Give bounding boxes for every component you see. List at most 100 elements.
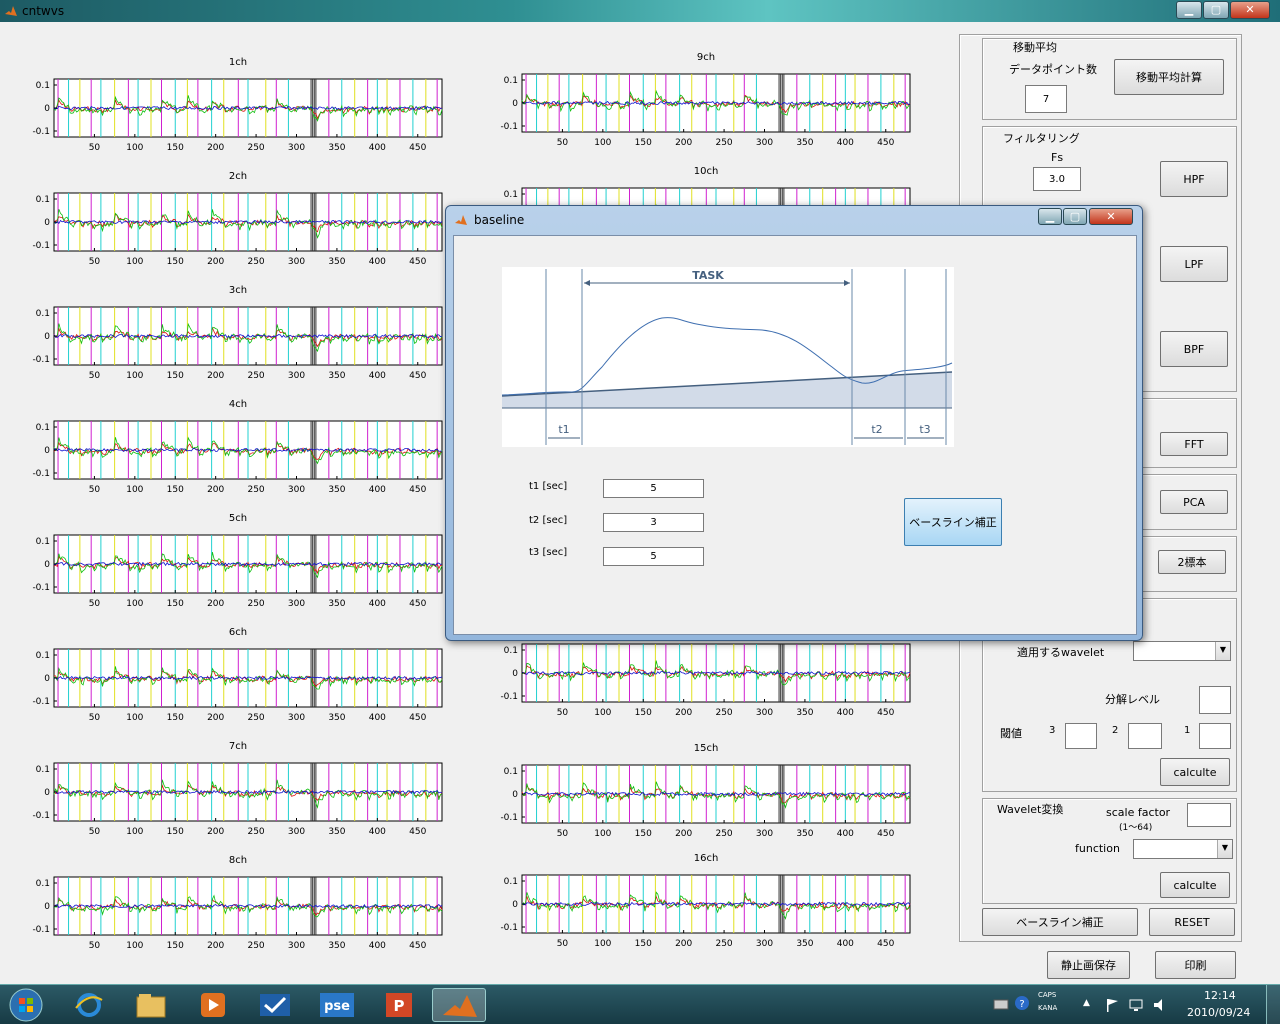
- y-tick-label: 0: [512, 99, 518, 109]
- x-tick-label: 400: [369, 143, 386, 153]
- x-tick-label: 50: [557, 138, 569, 148]
- minimize-button[interactable]: ▁: [1176, 1, 1202, 19]
- lpf-button[interactable]: LPF: [1160, 246, 1228, 282]
- save-image-button[interactable]: 静止画保存: [1047, 951, 1130, 979]
- dialog-title: baseline: [474, 213, 525, 227]
- clock-time[interactable]: 12:14: [1204, 989, 1236, 1002]
- close-button[interactable]: ✕: [1230, 1, 1270, 19]
- wavelet-calculate-button[interactable]: calculte: [1160, 758, 1230, 786]
- dialog-maximize-button[interactable]: ▢: [1063, 208, 1087, 225]
- t2-input[interactable]: 3: [603, 513, 704, 532]
- dialog-close-button[interactable]: ✕: [1089, 208, 1133, 225]
- scale-factor-input[interactable]: [1187, 803, 1231, 827]
- t3-diagram-label: t3: [919, 423, 930, 436]
- channel-plot: 15ch 0.1 0 -0.1 50 100 150 200 250 300 350 400 450: [492, 743, 940, 843]
- matlab-icon[interactable]: [432, 988, 486, 1022]
- y-tick-label: -0.1: [500, 122, 518, 132]
- data-points-input[interactable]: 7: [1025, 85, 1067, 113]
- reset-button[interactable]: RESET: [1149, 908, 1235, 936]
- y-tick-label: 0: [44, 788, 50, 798]
- media-player-icon[interactable]: [186, 988, 240, 1022]
- pca-button[interactable]: PCA: [1160, 490, 1228, 514]
- wavelet-select[interactable]: ▼: [1133, 641, 1231, 661]
- print-button[interactable]: 印刷: [1155, 951, 1236, 979]
- x-tick-label: 250: [715, 939, 732, 949]
- x-tick-label: 200: [207, 827, 224, 837]
- plot-axes: 0.1 0 -0.1 50 100 150 200 250 300 350 400 450: [32, 192, 443, 267]
- wavelet-transform-calculate-button[interactable]: calculte: [1160, 872, 1230, 898]
- x-tick-label: 150: [167, 713, 184, 723]
- function-select[interactable]: ▼: [1133, 839, 1233, 859]
- x-tick-label: 200: [207, 371, 224, 381]
- y-tick-label: 0: [44, 902, 50, 912]
- clock-date[interactable]: 2010/09/24: [1187, 1006, 1250, 1019]
- moving-average-title: 移動平均: [1013, 41, 1057, 54]
- x-tick-label: 200: [207, 713, 224, 723]
- file-explorer-icon[interactable]: [124, 988, 178, 1022]
- x-tick-label: 50: [557, 708, 569, 718]
- x-tick-label: 350: [796, 708, 813, 718]
- help-icon[interactable]: ?: [1014, 995, 1030, 1011]
- chevron-down-icon: ▼: [1217, 840, 1232, 858]
- x-tick-label: 150: [167, 599, 184, 609]
- apply-baseline-button[interactable]: ベースライン補正: [904, 498, 1002, 546]
- powerpoint-icon[interactable]: P: [372, 988, 426, 1022]
- baseline-correction-button[interactable]: ベースライン補正: [982, 908, 1138, 936]
- start-orb-icon[interactable]: [6, 987, 46, 1023]
- x-tick-label: 200: [675, 829, 692, 839]
- threshold-3-input[interactable]: [1065, 723, 1097, 749]
- t1-input[interactable]: 5: [603, 479, 704, 498]
- x-tick-label: 400: [369, 257, 386, 267]
- channel-plot: 5ch 0.1 0 -0.1 50 100 150 200 250 300 350 400 450: [24, 513, 472, 613]
- x-tick-label: 150: [635, 939, 652, 949]
- internet-explorer-icon[interactable]: [62, 988, 116, 1022]
- dialog-minimize-button[interactable]: ▁: [1038, 208, 1062, 225]
- decomposition-level-input[interactable]: [1199, 686, 1231, 714]
- channel-plot: 4ch 0.1 0 -0.1 50 100 150 200 250 300 350 400 450: [24, 399, 472, 499]
- x-tick-label: 450: [409, 941, 426, 951]
- pse-icon[interactable]: pse: [310, 988, 364, 1022]
- fft-button[interactable]: FFT: [1160, 432, 1228, 456]
- t3-input[interactable]: 5: [603, 547, 704, 566]
- channel-plot: 1ch 0.1 0 -0.1 50 100 150 200 250 300 350 400 450: [24, 57, 472, 157]
- plot-axes: 0.1 0 -0.1 50 100 150 200 250 300 350 400 450: [500, 73, 911, 148]
- x-tick-label: 200: [207, 941, 224, 951]
- y-tick-label: 0: [44, 104, 50, 114]
- y-tick-label: 0.1: [504, 76, 518, 86]
- y-tick-label: 0.1: [36, 537, 50, 547]
- channel-plot: 16ch 0.1 0 -0.1 50 100 150 200 250 300 350 400 450: [492, 853, 940, 953]
- x-tick-label: 150: [167, 371, 184, 381]
- baseline-dialog[interactable]: baseline ▁ ▢ ✕ TASK t1 t2 t3 t1 [sec] 5 …: [445, 205, 1143, 641]
- hpf-button[interactable]: HPF: [1160, 161, 1228, 197]
- x-tick-label: 250: [247, 371, 264, 381]
- kana-indicator: KANA: [1038, 1004, 1058, 1012]
- plot-axes: 0.1 0 -0.1 50 100 150 200 250 300 350 400 450: [32, 534, 443, 609]
- x-tick-label: 450: [877, 939, 894, 949]
- bpf-button[interactable]: BPF: [1160, 331, 1228, 367]
- channel-plot: 7ch 0.1 0 -0.1 50 100 150 200 250 300 350 400 450: [24, 741, 472, 841]
- threshold-1-label: 1: [1184, 725, 1191, 736]
- x-tick-label: 300: [288, 257, 305, 267]
- y-tick-label: -0.1: [32, 811, 50, 821]
- flag-icon[interactable]: [1104, 997, 1120, 1013]
- x-tick-label: 150: [635, 708, 652, 718]
- x-tick-label: 400: [837, 708, 854, 718]
- network-icon[interactable]: [1128, 997, 1144, 1013]
- x-tick-label: 300: [288, 371, 305, 381]
- volume-icon[interactable]: [1152, 997, 1168, 1013]
- y-tick-label: -0.1: [500, 813, 518, 823]
- show-hidden-icons-icon[interactable]: ▲: [1083, 998, 1090, 1008]
- task-check-icon[interactable]: [248, 988, 302, 1022]
- keyboard-icon[interactable]: [993, 997, 1009, 1011]
- show-desktop-button[interactable]: [1266, 985, 1280, 1024]
- fs-label: Fs: [1051, 151, 1064, 164]
- x-tick-label: 300: [756, 708, 773, 718]
- moving-average-button[interactable]: 移動平均計算: [1114, 59, 1224, 95]
- threshold-2-input[interactable]: [1128, 723, 1162, 749]
- fs-input[interactable]: 3.0: [1033, 167, 1081, 191]
- x-tick-label: 400: [369, 941, 386, 951]
- maximize-button[interactable]: ▢: [1203, 1, 1229, 19]
- main-window-titlebar[interactable]: cntwvs ▁ ▢ ✕: [0, 0, 1280, 22]
- threshold-1-input[interactable]: [1199, 723, 1231, 749]
- two-sample-button[interactable]: 2標本: [1158, 550, 1226, 574]
